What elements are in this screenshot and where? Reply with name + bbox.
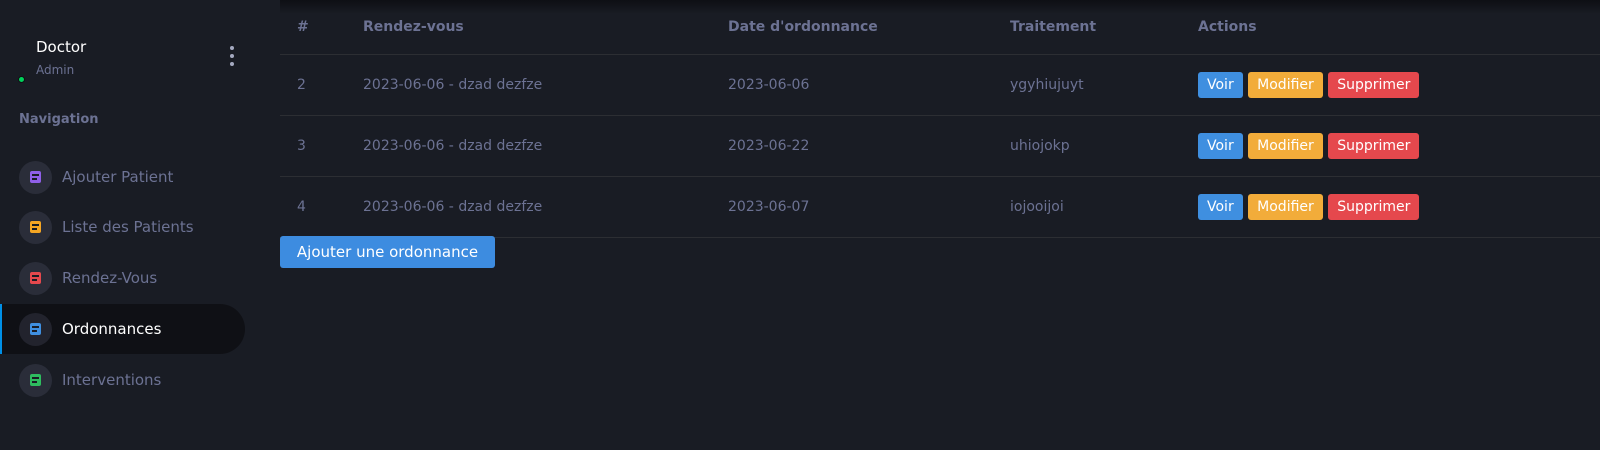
table-header-row: # Rendez-vous Date d'ordonnance Traiteme… xyxy=(280,0,1600,55)
sidebar-item-label: Ordonnances xyxy=(62,320,162,338)
app: Doctor Admin Navigation Ajouter Patient … xyxy=(0,0,1600,450)
nav-icon-circle xyxy=(19,312,52,346)
cell-actions: Voir Modifier Supprimer xyxy=(1181,54,1600,116)
cell-traitement: iojooijoi xyxy=(993,176,1181,238)
column-header-traitement: Traitement xyxy=(993,0,1181,55)
sidebar-item-liste-patients[interactable]: Liste des Patients xyxy=(0,202,245,252)
view-button[interactable]: Voir xyxy=(1198,71,1243,98)
profile: Doctor Admin xyxy=(0,0,260,95)
ordonnances-table: # Rendez-vous Date d'ordonnance Traiteme… xyxy=(280,0,1600,238)
cell-actions: Voir Modifier Supprimer xyxy=(1181,176,1600,238)
profile-role: Admin xyxy=(36,63,75,77)
sidebar-item-label: Rendez-Vous xyxy=(62,269,158,287)
nav-icon-circle xyxy=(19,210,52,244)
cell-traitement: uhiojokp xyxy=(993,115,1181,177)
view-button[interactable]: Voir xyxy=(1198,193,1243,220)
online-status-dot xyxy=(18,76,25,83)
cell-actions: Voir Modifier Supprimer xyxy=(1181,115,1600,177)
sidebar-item-interventions[interactable]: Interventions xyxy=(0,355,245,405)
nav-icon-circle xyxy=(19,363,52,397)
nav-section-title: Navigation xyxy=(19,112,99,127)
sidebar-item-rendez-vous[interactable]: Rendez-Vous xyxy=(0,253,245,303)
column-header-rendez-vous: Rendez-vous xyxy=(346,0,711,55)
document-icon xyxy=(30,374,41,386)
column-header-actions: Actions xyxy=(1181,0,1600,55)
view-button[interactable]: Voir xyxy=(1198,132,1243,159)
document-icon xyxy=(30,323,41,335)
cell-id: 3 xyxy=(280,115,346,177)
cell-rendez-vous: 2023-06-06 - dzad dezfze xyxy=(346,54,711,116)
edit-button[interactable]: Modifier xyxy=(1248,132,1323,159)
cell-rendez-vous: 2023-06-06 - dzad dezfze xyxy=(346,115,711,177)
edit-button[interactable]: Modifier xyxy=(1248,193,1323,220)
document-icon xyxy=(30,221,41,233)
cell-date: 2023-06-07 xyxy=(711,176,993,238)
sidebar-item-ordonnances[interactable]: Ordonnances xyxy=(0,304,245,354)
column-header-date: Date d'ordonnance xyxy=(711,0,993,55)
add-ordonnance-button[interactable]: Ajouter une ordonnance xyxy=(280,236,495,268)
table-row: 2 2023-06-06 - dzad dezfze 2023-06-06 yg… xyxy=(280,54,1600,116)
more-vertical-icon[interactable] xyxy=(226,46,238,66)
sidebar-item-label: Ajouter Patient xyxy=(62,168,174,186)
column-header-id: # xyxy=(280,0,346,55)
cell-date: 2023-06-06 xyxy=(711,54,993,116)
sidebar-item-label: Liste des Patients xyxy=(62,218,194,236)
profile-name: Doctor xyxy=(36,38,87,56)
delete-button[interactable]: Supprimer xyxy=(1328,132,1420,159)
nav-icon-circle xyxy=(19,160,52,194)
nav-icon-circle xyxy=(19,261,52,295)
sidebar: Doctor Admin Navigation Ajouter Patient … xyxy=(0,0,260,450)
delete-button[interactable]: Supprimer xyxy=(1328,193,1420,220)
cell-date: 2023-06-22 xyxy=(711,115,993,177)
document-icon xyxy=(30,171,41,183)
delete-button[interactable]: Supprimer xyxy=(1328,71,1420,98)
cell-id: 2 xyxy=(280,54,346,116)
document-icon xyxy=(30,272,41,284)
edit-button[interactable]: Modifier xyxy=(1248,71,1323,98)
cell-traitement: ygyhiujuyt xyxy=(993,54,1181,116)
cell-id: 4 xyxy=(280,176,346,238)
sidebar-item-ajouter-patient[interactable]: Ajouter Patient xyxy=(0,152,245,202)
cell-rendez-vous: 2023-06-06 - dzad dezfze xyxy=(346,176,711,238)
table-row: 4 2023-06-06 - dzad dezfze 2023-06-07 io… xyxy=(280,176,1600,238)
sidebar-item-label: Interventions xyxy=(62,371,162,389)
main-content: # Rendez-vous Date d'ordonnance Traiteme… xyxy=(280,0,1600,450)
table-row: 3 2023-06-06 - dzad dezfze 2023-06-22 uh… xyxy=(280,115,1600,177)
